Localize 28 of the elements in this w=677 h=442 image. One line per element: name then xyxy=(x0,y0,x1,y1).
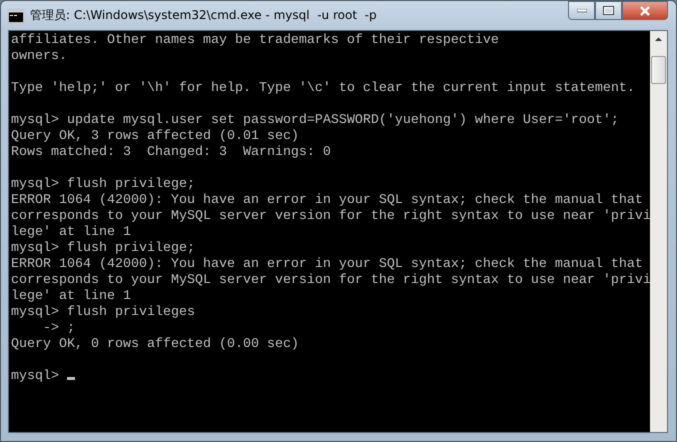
minimize-button[interactable] xyxy=(568,1,595,20)
close-icon xyxy=(639,6,651,16)
minimize-icon xyxy=(576,8,586,12)
console-line: mysql> update mysql.user set password=PASSWORD('yuehong') where User='root'; xyxy=(11,113,619,128)
console-line: lege' at line 1 xyxy=(11,225,131,240)
maximize-icon xyxy=(603,6,614,15)
console-line: mysql> flush privileges xyxy=(11,305,195,320)
console-line: corresponds to your MySQL server version for the right syntax to use near 'privi xyxy=(11,273,650,288)
console-line: Query OK, 0 rows affected (0.00 sec) xyxy=(11,337,299,352)
prompt-text: mysql> xyxy=(11,369,59,384)
console-line: Rows matched: 3 Changed: 3 Warnings: 0 xyxy=(11,145,331,160)
window-title: 管理员: C:\Windows\system32\cmd.exe - mysql -u root -p xyxy=(30,7,378,24)
console-line: Query OK, 3 rows affected (0.01 sec) xyxy=(11,129,299,144)
scrollbar-thumb[interactable] xyxy=(651,56,666,84)
scrollbar[interactable] xyxy=(650,31,667,432)
maximize-button[interactable] xyxy=(595,1,622,20)
console-line: corresponds to your MySQL server version for the right syntax to use near 'privi xyxy=(11,209,650,224)
console-line: -> ; xyxy=(42,321,75,336)
console-line: mysql> flush privilege; xyxy=(11,177,195,192)
console-line: lege' at line 1 xyxy=(11,289,131,304)
console-line: Type 'help;' or '\h' for help. Type '\c' to clear the current input statement. xyxy=(11,81,635,96)
console-icon xyxy=(8,8,24,22)
console-line: ERROR 1064 (42000): You have an error in your SQL syntax; check the manual that xyxy=(11,257,643,272)
console-line: owners. xyxy=(11,49,67,64)
console-line: ERROR 1064 (42000): You have an error in your SQL syntax; check the manual that xyxy=(11,193,643,208)
close-button[interactable] xyxy=(622,1,668,20)
console-line: affiliates. Other names may be trademarks of their respective xyxy=(11,33,499,48)
console-line: mysql> flush privilege; xyxy=(11,241,195,256)
